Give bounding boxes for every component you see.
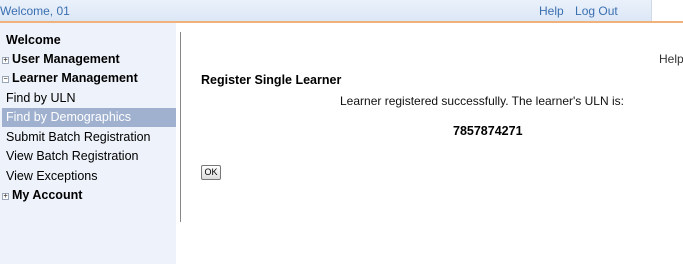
sidebar-item-user-management[interactable]: + User Management	[2, 50, 172, 69]
welcome-text: Welcome, 01	[0, 4, 70, 18]
sidebar: Welcome + User Management − Learner Manage…	[0, 23, 176, 264]
sidebar-item-label: My Account	[12, 188, 83, 202]
top-links: Help Log Out	[539, 4, 618, 18]
sidebar-item-welcome[interactable]: Welcome	[6, 31, 176, 50]
vertical-divider	[180, 32, 181, 222]
logout-link[interactable]: Log Out	[575, 4, 618, 18]
page-title: Register Single Learner	[201, 73, 342, 87]
sidebar-item-submit-batch-registration[interactable]: Submit Batch Registration	[6, 128, 176, 147]
sidebar-item-label: View Exceptions	[6, 169, 98, 183]
sidebar-item-view-exceptions[interactable]: View Exceptions	[6, 167, 176, 186]
success-message: Learner registered successfully. The lea…	[340, 94, 624, 108]
sidebar-item-find-by-demographics[interactable]: Find by Demographics	[2, 108, 176, 127]
sidebar-item-view-batch-registration[interactable]: View Batch Registration	[6, 147, 176, 166]
ok-button[interactable]: OK	[201, 165, 221, 180]
sidebar-item-label: Find by ULN	[6, 91, 76, 105]
sidebar-item-label: User Management	[12, 52, 120, 66]
expand-icon[interactable]: +	[2, 193, 9, 200]
sidebar-item-label: Submit Batch Registration	[6, 130, 151, 144]
sidebar-item-label: Welcome	[6, 33, 61, 47]
uln-value: 7857874271	[453, 124, 523, 138]
sidebar-item-label: Learner Management	[12, 71, 138, 85]
expand-icon[interactable]: +	[2, 57, 9, 64]
sidebar-item-label: View Batch Registration	[6, 149, 139, 163]
collapse-icon[interactable]: −	[2, 76, 9, 83]
sidebar-item-learner-management[interactable]: − Learner Management	[2, 69, 172, 88]
sidebar-item-label: Find by Demographics	[6, 110, 132, 124]
top-bar: Welcome, 01 Help Log Out	[0, 0, 683, 23]
sidebar-item-my-account[interactable]: + My Account	[2, 186, 172, 205]
top-bar-right-panel	[651, 0, 683, 21]
help-link-content[interactable]: Help	[659, 52, 683, 66]
sidebar-item-find-by-uln[interactable]: Find by ULN	[6, 89, 176, 108]
help-link[interactable]: Help	[539, 4, 564, 18]
